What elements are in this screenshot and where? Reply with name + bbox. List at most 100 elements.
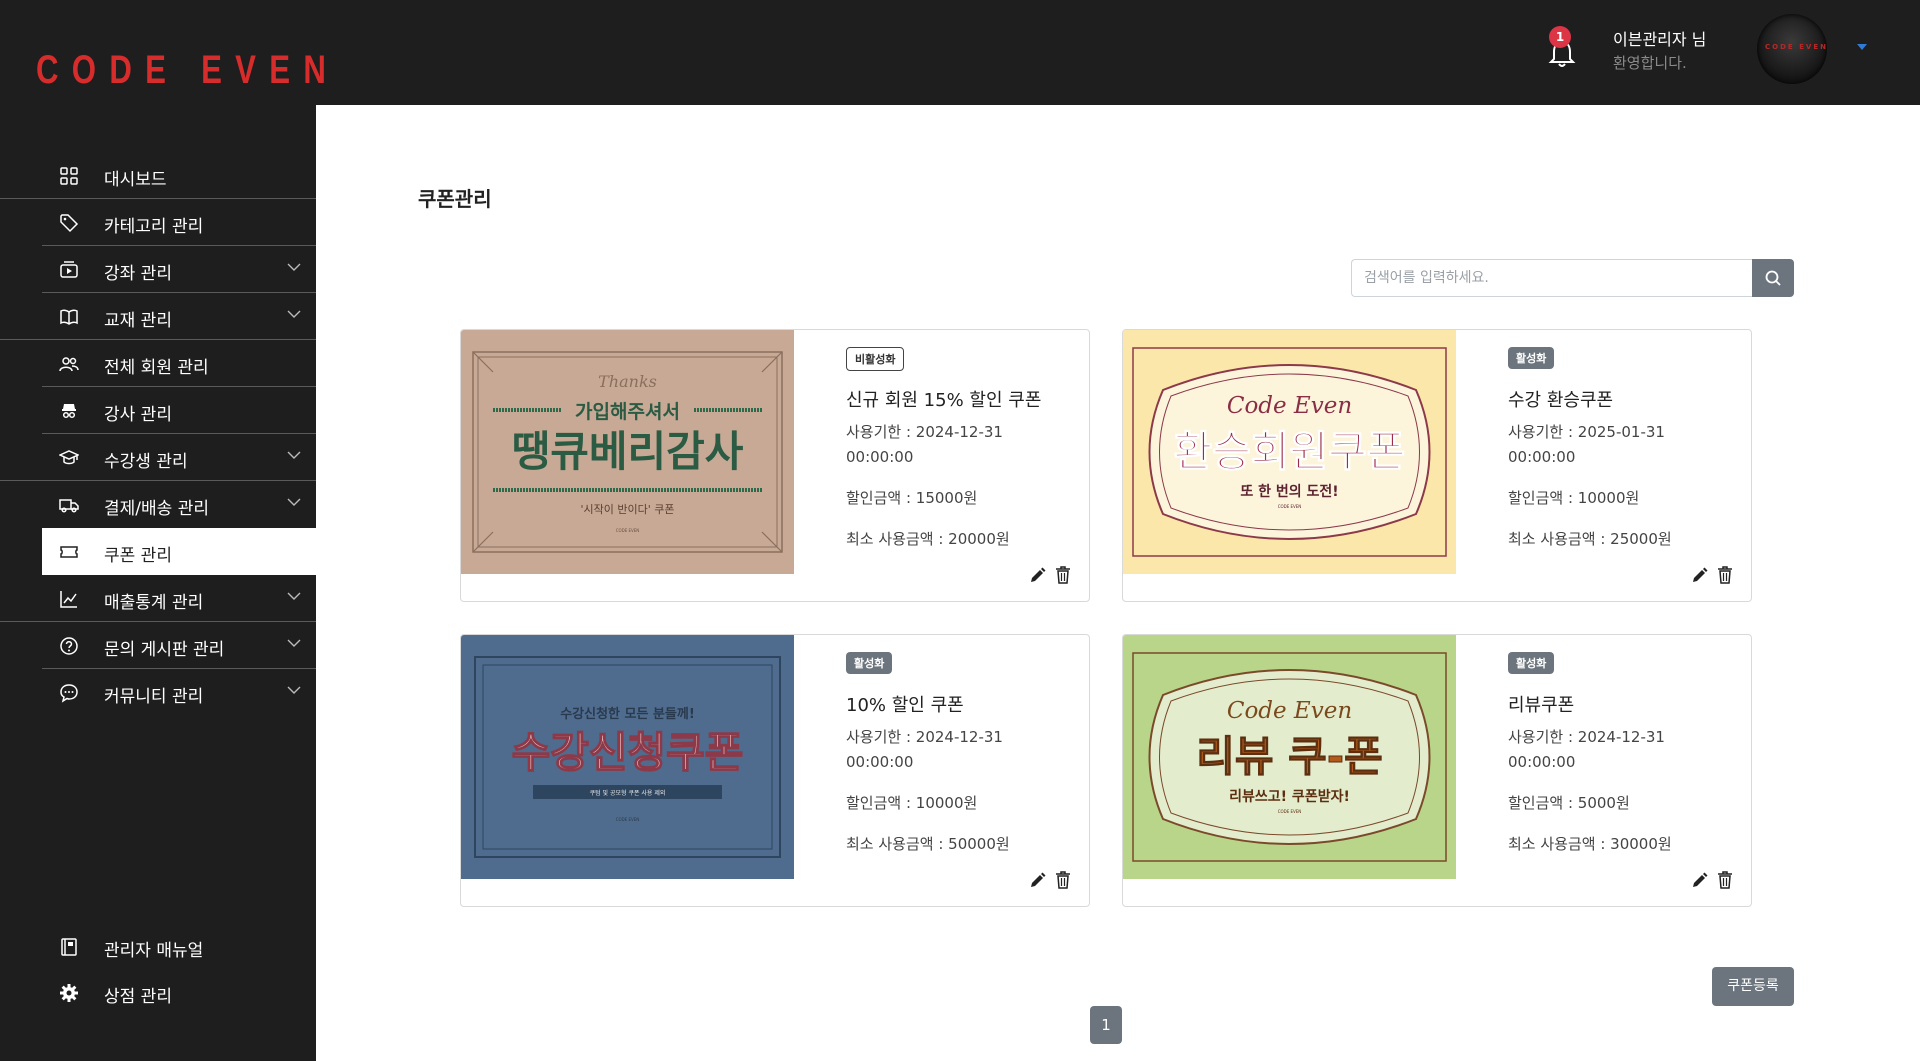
sidebar-item-sales-stats[interactable]: 매출통계 관리 <box>0 575 316 622</box>
instructor-icon <box>62 404 76 419</box>
search-bar <box>1351 259 1794 297</box>
dashboard-icon <box>60 167 78 185</box>
sidebar-item-label: 강사 관리 <box>104 405 172 425</box>
coupon-card: Code Even 환승회원쿠폰 또 한 번의 도전! CODE EVEN 활성… <box>1122 329 1752 602</box>
coupon-image-text: 수강신청쿠폰 <box>512 728 744 777</box>
coupon-expiry: 사용기한 : 2024-12-31 00:00:00 <box>846 423 1003 466</box>
coupon-image-text: Code Even <box>1227 698 1352 724</box>
sidebar-item-label: 전체 회원 관리 <box>104 358 209 378</box>
coupon-discount: 할인금액 : 5000원 <box>1508 794 1630 812</box>
avatar[interactable]: CODE EVEN <box>1757 14 1827 84</box>
coupon-image-enrollment: 수강신청한 모든 분들께! 수강신청쿠폰 쿠텀 및 공모형 쿠폰 사용 제외 C… <box>461 635 794 879</box>
coupon-image-brand: CODE EVEN <box>616 817 640 822</box>
sidebar-item-category[interactable]: 카테고리 관리 <box>0 199 316 246</box>
coupon-name: 신규 회원 15% 할인 쿠폰 <box>846 390 1042 411</box>
coupon-name: 10% 할인 쿠폰 <box>846 695 964 716</box>
sidebar-item-label: 커뮤니티 관리 <box>104 687 204 707</box>
logo[interactable]: CODE EVEN <box>36 48 339 93</box>
sidebar-item-dashboard[interactable]: 대시보드 <box>0 152 316 199</box>
sidebar-item-label: 강좌 관리 <box>104 264 172 284</box>
coupon-card: Thanks 가입해주셔서 땡큐베리감사 '시작이 반이다' 쿠폰 CODE E… <box>460 329 1090 602</box>
chevron-down-icon <box>287 451 301 459</box>
sidebar-item-label: 교재 관리 <box>104 311 172 331</box>
sidebar-item-label: 문의 게시판 관리 <box>104 640 225 660</box>
coupon-min-amount: 최소 사용금액 : 50000원 <box>846 835 1010 853</box>
coupon-image-text: '시작이 반이다' 쿠폰 <box>580 503 674 516</box>
sidebar-item-admin-manual[interactable]: 관리자 매뉴얼 <box>0 923 316 969</box>
chevron-down-icon <box>287 498 301 506</box>
chevron-down-icon <box>287 686 301 694</box>
ticket-icon <box>60 546 78 558</box>
register-coupon-button[interactable]: 쿠폰등록 <box>1712 967 1794 1006</box>
sidebar-item-inquiry-board[interactable]: 문의 게시판 관리 <box>0 622 316 669</box>
chevron-down-icon <box>287 592 301 600</box>
user-name: 이븐관리자 님 <box>1613 30 1707 49</box>
coupon-image-text: Thanks <box>598 372 657 391</box>
chevron-down-icon <box>287 310 301 318</box>
coupon-image-text: 또 한 번의 도전! <box>1240 483 1338 500</box>
sidebar-item-students[interactable]: 수강생 관리 <box>0 434 316 481</box>
chart-line-icon <box>60 591 77 608</box>
chevron-down-icon <box>287 263 301 271</box>
sidebar-item-all-members[interactable]: 전체 회원 관리 <box>0 340 316 387</box>
trash-icon[interactable] <box>1055 566 1071 584</box>
sidebar-item-coupons[interactable]: 쿠폰 관리 <box>42 528 316 575</box>
gear-icon <box>60 984 78 1002</box>
search-input[interactable] <box>1351 259 1754 297</box>
coupon-image-text: 리뷰쓰고! 쿠폰받자! <box>1229 788 1350 805</box>
sidebar-item-payment-delivery[interactable]: 결제/배송 관리 <box>0 481 316 528</box>
top-bar: CODE EVEN 1 이븐관리자 님 환영합니다. CODE EVEN <box>0 0 1920 105</box>
coupon-image-thanks: Thanks 가입해주셔서 땡큐베리감사 '시작이 반이다' 쿠폰 CODE E… <box>461 330 794 574</box>
sidebar-item-textbooks[interactable]: 교재 관리 <box>0 293 316 340</box>
sidebar-item-label: 관리자 매뉴얼 <box>104 941 204 961</box>
search-icon <box>1765 270 1781 286</box>
coupon-image-text: 리뷰 쿠-폰 <box>1196 732 1383 781</box>
edit-icon[interactable] <box>1029 871 1047 889</box>
tag-icon <box>60 214 79 233</box>
edit-icon[interactable] <box>1691 566 1709 584</box>
sidebar-item-label: 카테고리 관리 <box>104 217 204 237</box>
status-badge: 활성화 <box>1508 652 1555 674</box>
sidebar-item-instructors[interactable]: 강사 관리 <box>0 387 316 434</box>
edit-icon[interactable] <box>1691 871 1709 889</box>
coupon-image-text: 수강신청한 모든 분들께! <box>560 706 695 722</box>
coupon-name: 리뷰쿠폰 <box>1508 695 1575 716</box>
user-menu-caret-icon[interactable] <box>1857 44 1867 50</box>
sidebar-item-label: 쿠폰 관리 <box>104 546 172 566</box>
chat-icon <box>60 684 78 703</box>
question-circle-icon <box>60 637 78 655</box>
pagination-page-1[interactable]: 1 <box>1090 1006 1122 1044</box>
coupon-image-brand: CODE EVEN <box>1278 809 1302 814</box>
status-badge: 활성화 <box>1508 347 1555 369</box>
edit-icon[interactable] <box>1029 566 1047 584</box>
coupon-discount: 할인금액 : 15000원 <box>846 489 978 507</box>
sidebar: 대시보드 카테고리 관리 강좌 관리 교재 관리 전체 회원 관리 강사 관리 … <box>0 105 316 1061</box>
sidebar-item-community[interactable]: 커뮤니티 관리 <box>0 669 316 716</box>
sidebar-item-store-settings[interactable]: 상점 관리 <box>0 969 316 1015</box>
trash-icon[interactable] <box>1055 871 1071 889</box>
search-button[interactable] <box>1752 259 1794 297</box>
manual-icon <box>61 938 77 956</box>
sidebar-item-courses[interactable]: 강좌 관리 <box>0 246 316 293</box>
sidebar-item-label: 수강생 관리 <box>104 452 188 472</box>
notification-badge[interactable]: 1 <box>1549 26 1571 48</box>
coupon-image-review: Code Even 리뷰 쿠-폰 리뷰쓰고! 쿠폰받자! CODE EVEN <box>1123 635 1456 879</box>
coupon-image-brand: CODE EVEN <box>616 528 640 533</box>
coupon-expiry: 사용기한 : 2024-12-31 00:00:00 <box>1508 728 1665 771</box>
book-icon <box>60 309 78 325</box>
coupon-min-amount: 최소 사용금액 : 25000원 <box>1508 530 1672 548</box>
chevron-down-icon <box>287 639 301 647</box>
coupon-expiry: 사용기한 : 2024-12-31 00:00:00 <box>846 728 1003 771</box>
trash-icon[interactable] <box>1717 871 1733 889</box>
user-greeting: 환영합니다. <box>1613 54 1687 72</box>
graduation-cap-icon <box>59 450 79 465</box>
status-badge: 활성화 <box>846 652 893 674</box>
coupon-image-text: 환승회원쿠폰 <box>1174 427 1406 476</box>
coupon-image-brand: CODE EVEN <box>1278 504 1302 509</box>
status-badge: 비활성화 <box>846 347 905 371</box>
users-icon <box>59 357 79 372</box>
coupon-discount: 할인금액 : 10000원 <box>1508 489 1640 507</box>
trash-icon[interactable] <box>1717 566 1733 584</box>
coupon-image-text: 땡큐베리감사 <box>512 427 744 476</box>
coupon-name: 수강 환승쿠폰 <box>1508 390 1614 411</box>
